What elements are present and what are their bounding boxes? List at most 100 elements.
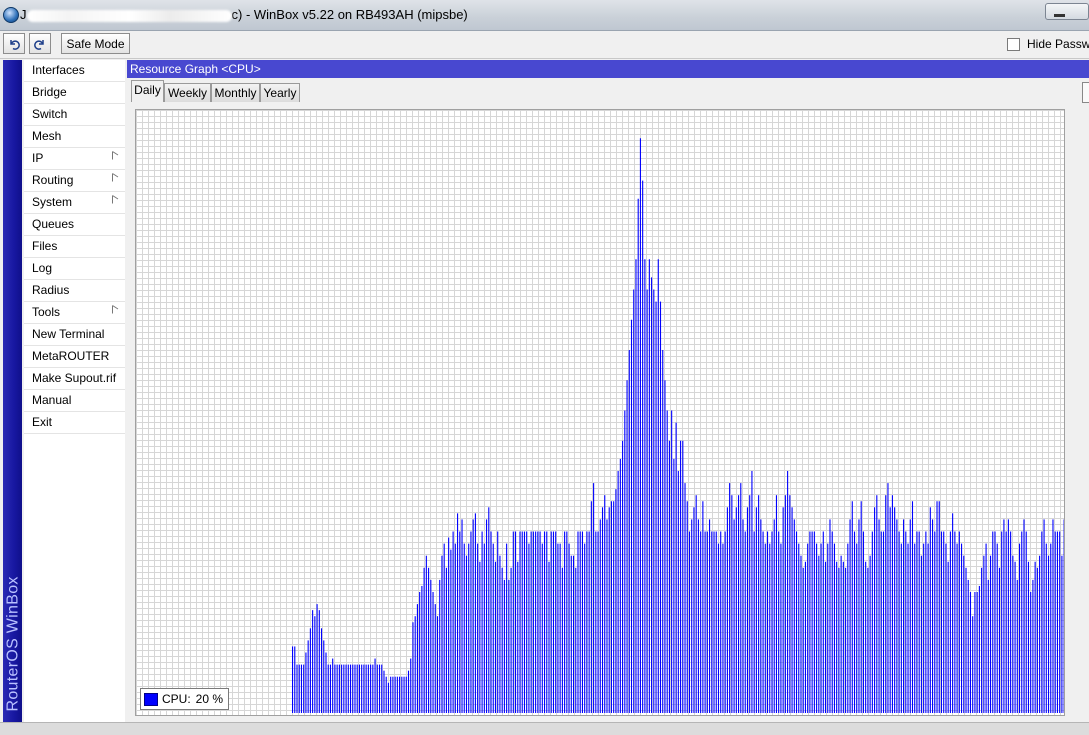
- cpu-bar: [339, 665, 340, 713]
- cpu-bar: [994, 532, 995, 714]
- tab-daily[interactable]: Daily: [131, 80, 164, 102]
- cpu-bar: [444, 544, 445, 713]
- cpu-bar: [930, 507, 931, 713]
- cpu-bar: [296, 665, 297, 713]
- cpu-bar: [803, 568, 804, 713]
- safe-mode-button[interactable]: Safe Mode: [61, 33, 130, 54]
- cpu-bar: [763, 532, 764, 714]
- cpu-bar: [1010, 532, 1011, 714]
- cpu-bar: [611, 501, 612, 713]
- menu-item-tools[interactable]: Tools: [24, 302, 125, 324]
- cpu-bar: [526, 532, 527, 714]
- menu-item-make-supout-rif[interactable]: Make Supout.rif: [24, 368, 125, 390]
- menu-item-label: Routing: [32, 173, 73, 187]
- menu-item-routing[interactable]: Routing: [24, 170, 125, 192]
- cpu-bar: [441, 556, 442, 713]
- cpu-bar: [725, 532, 726, 714]
- cpu-bar: [693, 507, 694, 713]
- tab-weekly[interactable]: Weekly: [164, 83, 211, 102]
- menu-item-label: Queues: [32, 217, 74, 231]
- cpu-bar: [519, 532, 520, 714]
- menu-item-switch[interactable]: Switch: [24, 104, 125, 126]
- cpu-bar: [957, 544, 958, 713]
- cpu-bar: [954, 532, 955, 714]
- menu-item-files[interactable]: Files: [24, 236, 125, 258]
- menu-item-bridge[interactable]: Bridge: [24, 82, 125, 104]
- cpu-bar: [979, 586, 980, 713]
- cpu-bar: [921, 556, 922, 713]
- checkbox-box[interactable]: [1007, 38, 1020, 51]
- cpu-bar: [945, 544, 946, 713]
- cpu-bar: [1008, 519, 1009, 713]
- menu-item-log[interactable]: Log: [24, 258, 125, 280]
- submenu-arrow-icon: [112, 195, 119, 204]
- cpu-bar: [640, 138, 641, 713]
- menu-item-interfaces[interactable]: Interfaces: [24, 60, 125, 82]
- hide-passwords-checkbox[interactable]: Hide Passwords: [1007, 37, 1089, 51]
- cpu-bar: [1019, 544, 1020, 713]
- menu-item-manual[interactable]: Manual: [24, 390, 125, 412]
- menu-item-system[interactable]: System: [24, 192, 125, 214]
- cpu-bar: [598, 532, 599, 714]
- cpu-bar: [903, 519, 904, 713]
- menu-item-mesh[interactable]: Mesh: [24, 126, 125, 148]
- cpu-bar: [482, 532, 483, 714]
- cpu-bar: [602, 507, 603, 713]
- cpu-bar: [878, 519, 879, 713]
- menu-item-radius[interactable]: Radius: [24, 280, 125, 302]
- menu-item-queues[interactable]: Queues: [24, 214, 125, 236]
- legend-value: 20 %: [196, 692, 223, 706]
- cpu-bar: [319, 610, 320, 713]
- cpu-bar: [546, 532, 547, 714]
- cpu-bar: [350, 665, 351, 713]
- cpu-bar: [437, 616, 438, 713]
- cpu-bar: [816, 544, 817, 713]
- cpu-bar: [876, 495, 877, 713]
- cpu-bar: [890, 507, 891, 713]
- cpu-bar: [517, 562, 518, 713]
- undo-button[interactable]: [3, 33, 25, 54]
- cpu-bar: [758, 495, 759, 713]
- right-edge-control[interactable]: [1082, 82, 1089, 103]
- cpu-bar: [417, 604, 418, 713]
- menu-item-label: Radius: [32, 283, 69, 297]
- cpu-bar: [337, 665, 338, 713]
- cpu-bar: [383, 671, 384, 713]
- cpu-bar: [644, 259, 645, 713]
- menu-item-ip[interactable]: IP: [24, 148, 125, 170]
- menu-item-exit[interactable]: Exit: [24, 412, 125, 434]
- cpu-bar: [615, 489, 616, 713]
- cpu-bar: [800, 556, 801, 713]
- cpu-bar: [655, 302, 656, 713]
- submenu-arrow-icon: [112, 305, 119, 314]
- cpu-bar: [609, 507, 610, 713]
- cpu-bar: [896, 519, 897, 713]
- cpu-bar: [310, 628, 311, 713]
- cpu-bar: [841, 556, 842, 713]
- cpu-bar: [722, 544, 723, 713]
- tab-monthly[interactable]: Monthly: [211, 83, 260, 102]
- cpu-bar: [983, 556, 984, 713]
- cpu-bar: [566, 532, 567, 714]
- minimize-button[interactable]: [1045, 3, 1089, 20]
- cpu-bar: [789, 495, 790, 713]
- cpu-bar: [564, 532, 565, 714]
- menu-item-label: MetaROUTER: [32, 349, 109, 363]
- cpu-bar: [1012, 556, 1013, 713]
- tab-yearly[interactable]: Yearly: [260, 83, 300, 102]
- cpu-bar: [395, 677, 396, 713]
- cpu-bar: [299, 665, 300, 713]
- cpu-bar: [861, 501, 862, 713]
- cpu-bar: [1015, 562, 1016, 713]
- menu-item-new-terminal[interactable]: New Terminal: [24, 324, 125, 346]
- cpu-bar: [314, 616, 315, 713]
- cpu-bar: [569, 544, 570, 713]
- cpu-bar: [308, 640, 309, 713]
- cpu-bar: [461, 519, 462, 713]
- cpu-bar: [1055, 532, 1056, 714]
- cpu-bar: [515, 532, 516, 714]
- menu-item-metarouter[interactable]: MetaROUTER: [24, 346, 125, 368]
- menu-item-label: Log: [32, 261, 52, 275]
- redo-button[interactable]: [29, 33, 51, 54]
- cpu-bar: [702, 501, 703, 713]
